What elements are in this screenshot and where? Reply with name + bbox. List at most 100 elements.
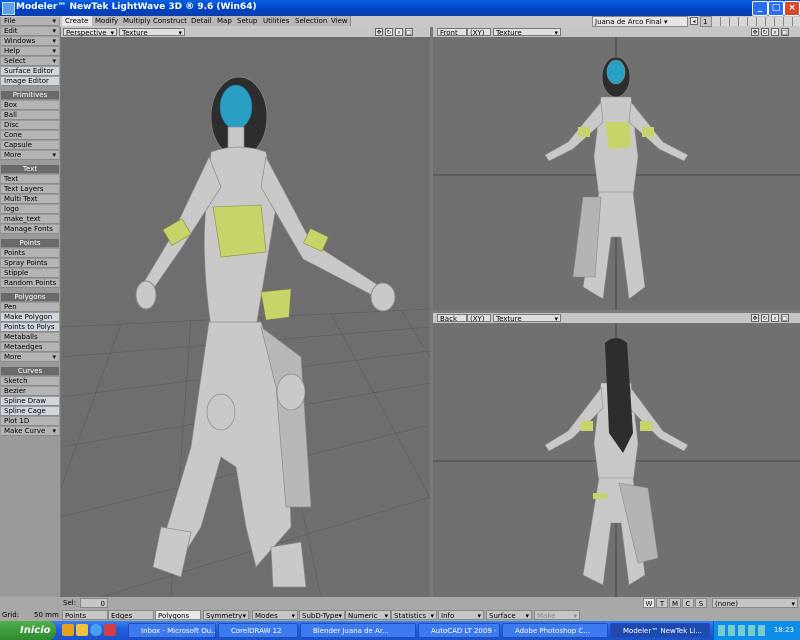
dropdown-info[interactable]: Info ▾ — [438, 610, 484, 620]
dropdown-subd-type[interactable]: SubD-Type ▾ — [299, 610, 345, 620]
tab-selection[interactable]: Selection — [292, 16, 329, 26]
taskbar-item[interactable]: Inbox - Microsoft Ou... — [128, 623, 216, 638]
tab-view[interactable]: View — [328, 16, 351, 26]
dropdown-make[interactable]: Make ▾ — [534, 610, 580, 620]
sidebar-btn-text-layers[interactable]: Text Layers — [1, 185, 59, 194]
sidebar-btn-text[interactable]: Text — [1, 175, 59, 184]
tab-setup[interactable]: Setup — [234, 16, 261, 26]
sidebar-sel-make-polygon[interactable]: Make Polygon — [1, 313, 59, 322]
vmap-type-w[interactable]: W — [643, 598, 655, 608]
sidebar-menu-windows[interactable]: Windows ▾ — [1, 37, 59, 46]
taskbar-item[interactable]: CorelDRAW 12 — [218, 623, 298, 638]
sidebar-btn-pen[interactable]: Pen — [1, 303, 59, 312]
dropdown-symmetry[interactable]: Symmetry ▾ — [203, 610, 249, 620]
sidebar-btn-sketch[interactable]: Sketch — [1, 377, 59, 386]
sidebar-menu-help[interactable]: Help ▾ — [1, 47, 59, 56]
sidebar-menu-edit[interactable]: Edit ▾ — [1, 27, 59, 36]
sidebar-menu-more[interactable]: More ▾ — [1, 353, 59, 362]
object-select[interactable]: Juana de Arco Final ▾ — [592, 16, 688, 27]
sidebar-btn-metaedges[interactable]: Metaedges — [1, 343, 59, 352]
maximize-button[interactable]: □ — [768, 1, 784, 16]
sidebar-btn-random-points[interactable]: Random Points — [1, 279, 59, 288]
sidebar-btn-capsule[interactable]: Capsule — [1, 141, 59, 150]
vmap-type-t[interactable]: T — [656, 598, 668, 608]
maximize-viewport-icon[interactable]: □ — [781, 28, 789, 36]
back-render-select[interactable]: Texture ▾ — [493, 314, 561, 323]
tab-create[interactable]: Create — [62, 16, 93, 26]
pan-icon[interactable]: ✥ — [375, 28, 383, 36]
mode-points[interactable]: Points — [62, 610, 108, 620]
vmap-select[interactable]: (none) ▾ — [712, 598, 798, 608]
sidebar-btn-multi-text[interactable]: Multi Text — [1, 195, 59, 204]
layer-num[interactable]: 1 — [700, 16, 712, 27]
sidebar-sel-spline-cage[interactable]: Spline Cage — [1, 407, 59, 416]
sidebar-btn-stipple[interactable]: Stipple — [1, 269, 59, 278]
mode-edges[interactable]: Edges — [108, 610, 154, 620]
sidebar-btn-manage-fonts[interactable]: Manage Fonts — [1, 225, 59, 234]
sidebar-btn-logo[interactable]: logo — [1, 205, 59, 214]
sidebar-btn-ball[interactable]: Ball — [1, 111, 59, 120]
front-view-select[interactable]: Front — [437, 28, 467, 37]
vmap-type-m[interactable]: M — [669, 598, 681, 608]
sidebar-menu-file[interactable]: File ▾ — [1, 17, 59, 26]
sidebar-btn-spray-points[interactable]: Spray Points — [1, 259, 59, 268]
front-render-select[interactable]: Texture ▾ — [493, 28, 561, 37]
sidebar-sel-spline-draw[interactable]: Spline Draw — [1, 397, 59, 406]
ie-icon[interactable] — [62, 624, 74, 636]
dropdown-modes[interactable]: Modes ▾ — [252, 610, 298, 620]
sidebar-sel-image-editor[interactable]: Image Editor — [1, 77, 59, 86]
zoom-icon[interactable]: ⌕ — [771, 314, 779, 322]
maximize-viewport-icon[interactable]: □ — [781, 314, 789, 322]
tab-multiply[interactable]: Multiply — [120, 16, 151, 26]
minimize-button[interactable]: _ — [752, 1, 768, 16]
taskbar-item[interactable]: AutoCAD LT 2009 - [... — [418, 623, 500, 638]
rotate-icon[interactable]: ↻ — [761, 314, 769, 322]
tab-utilities[interactable]: Utilities — [260, 16, 293, 26]
pan-icon[interactable]: ✥ — [751, 314, 759, 322]
maximize-viewport-icon[interactable]: □ — [405, 28, 413, 36]
taskbar-item[interactable]: Modeler™ NewTek Li... — [610, 623, 710, 638]
taskbar-item[interactable]: Adobe Photoshop C... — [502, 623, 608, 638]
back-view-select[interactable]: Back — [437, 314, 467, 323]
rotate-icon[interactable]: ↻ — [761, 28, 769, 36]
sidebar-btn-make-text[interactable]: make_text — [1, 215, 59, 224]
sidebar-menu-more[interactable]: More ▾ — [1, 151, 59, 160]
perspective-viewport[interactable] — [61, 27, 430, 597]
dropdown-numeric[interactable]: Numeric ▾ — [345, 610, 391, 620]
browser-icon[interactable] — [90, 624, 102, 636]
pan-icon[interactable]: ✥ — [751, 28, 759, 36]
sidebar-btn-bezier[interactable]: Bezier — [1, 387, 59, 396]
zoom-icon[interactable]: ⌕ — [395, 28, 403, 36]
tab-modify[interactable]: Modify — [92, 16, 121, 26]
start-button[interactable]: Inicio — [0, 621, 56, 640]
taskbar-item[interactable]: Blender Juana de Ar... — [300, 623, 416, 638]
sidebar-btn-box[interactable]: Box — [1, 101, 59, 110]
close-button[interactable]: × — [784, 1, 800, 16]
vmap-type-s[interactable]: S — [695, 598, 707, 608]
sidebar-menu-select[interactable]: Select ▾ — [1, 57, 59, 66]
mode-polygons[interactable]: Polygons — [155, 610, 201, 620]
outlook-icon[interactable] — [76, 624, 88, 636]
zoom-icon[interactable]: ⌕ — [771, 28, 779, 36]
sidebar-sel-surface-editor[interactable]: Surface Editor — [1, 67, 59, 76]
sidebar-btn-metaballs[interactable]: Metaballs — [1, 333, 59, 342]
perspective-render-select[interactable]: Texture ▾ — [119, 28, 185, 37]
app-icon-4[interactable] — [104, 624, 116, 636]
front-viewport[interactable] — [433, 27, 800, 310]
front-axis-select[interactable]: (XY) — [467, 28, 491, 37]
sidebar-sel-points-to-polys[interactable]: Points to Polys — [1, 323, 59, 332]
sidebar-btn-disc[interactable]: Disc — [1, 121, 59, 130]
rotate-icon[interactable]: ↻ — [385, 28, 393, 36]
tab-construct[interactable]: Construct — [150, 16, 189, 26]
sidebar-btn-points[interactable]: Points — [1, 249, 59, 258]
back-axis-select[interactable]: (XY) — [467, 314, 491, 323]
back-viewport[interactable] — [433, 313, 800, 597]
tab-detail[interactable]: Detail — [188, 16, 215, 26]
layer-prev-icon[interactable]: ◂ — [690, 17, 698, 25]
sidebar-btn-cone[interactable]: Cone — [1, 131, 59, 140]
sidebar-btn-plot-1d[interactable]: Plot 1D — [1, 417, 59, 426]
vmap-type-c[interactable]: C — [682, 598, 694, 608]
tab-map[interactable]: Map — [214, 16, 235, 26]
perspective-view-select[interactable]: Perspective ▾ — [63, 28, 117, 37]
dropdown-statistics[interactable]: Statistics ▾ — [391, 610, 437, 620]
